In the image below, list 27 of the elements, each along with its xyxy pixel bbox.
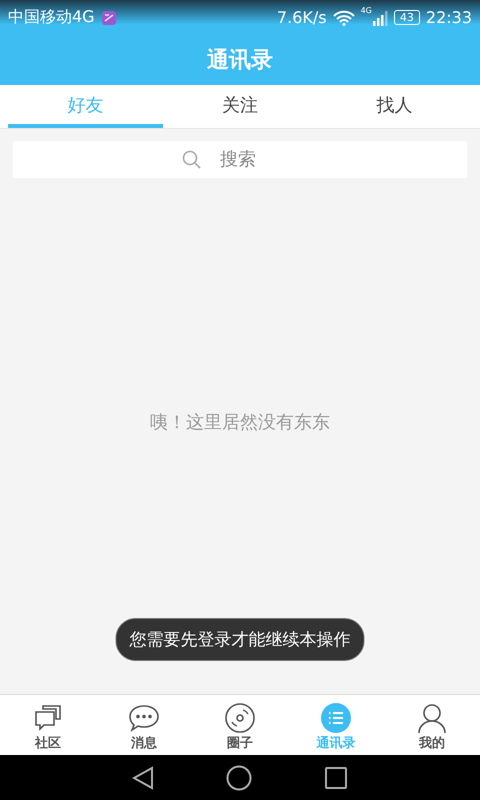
search-icon bbox=[182, 150, 202, 170]
nav-item[interactable]: 社区 bbox=[0, 695, 96, 755]
tab[interactable]: 找人 bbox=[317, 85, 472, 128]
home-icon[interactable] bbox=[226, 764, 252, 790]
toast-message: 您需要先登录才能继续本操作 bbox=[116, 618, 364, 661]
speech-bubble-icon bbox=[128, 703, 160, 733]
nav-item[interactable]: 消息 bbox=[96, 695, 192, 755]
clock-text: 22:33 bbox=[426, 8, 472, 27]
signal-icon bbox=[372, 10, 388, 26]
wifi-icon bbox=[332, 10, 355, 26]
nav-item[interactable]: 我的 bbox=[384, 695, 480, 755]
tab[interactable]: 关注 bbox=[162, 85, 318, 128]
person-icon bbox=[417, 703, 447, 733]
nav-item[interactable]: 圈子 bbox=[192, 695, 288, 755]
empty-message: 咦！这里居然没有东东 bbox=[150, 411, 330, 434]
speed-text: 7.6K/s bbox=[276, 8, 327, 27]
back-icon[interactable] bbox=[132, 766, 154, 790]
list-icon bbox=[321, 703, 351, 733]
recents-icon[interactable] bbox=[324, 766, 348, 790]
search-field[interactable]: 搜索 bbox=[13, 141, 467, 178]
network-text: 4G bbox=[360, 6, 372, 15]
battery-indicator: 43 bbox=[394, 10, 420, 25]
gallery-icon bbox=[100, 10, 117, 26]
carrier-text: 中国移动4G bbox=[8, 7, 95, 28]
disc-icon bbox=[224, 703, 256, 733]
page-title: 通讯录 bbox=[207, 47, 273, 75]
chat-bubbles-icon bbox=[33, 703, 63, 733]
